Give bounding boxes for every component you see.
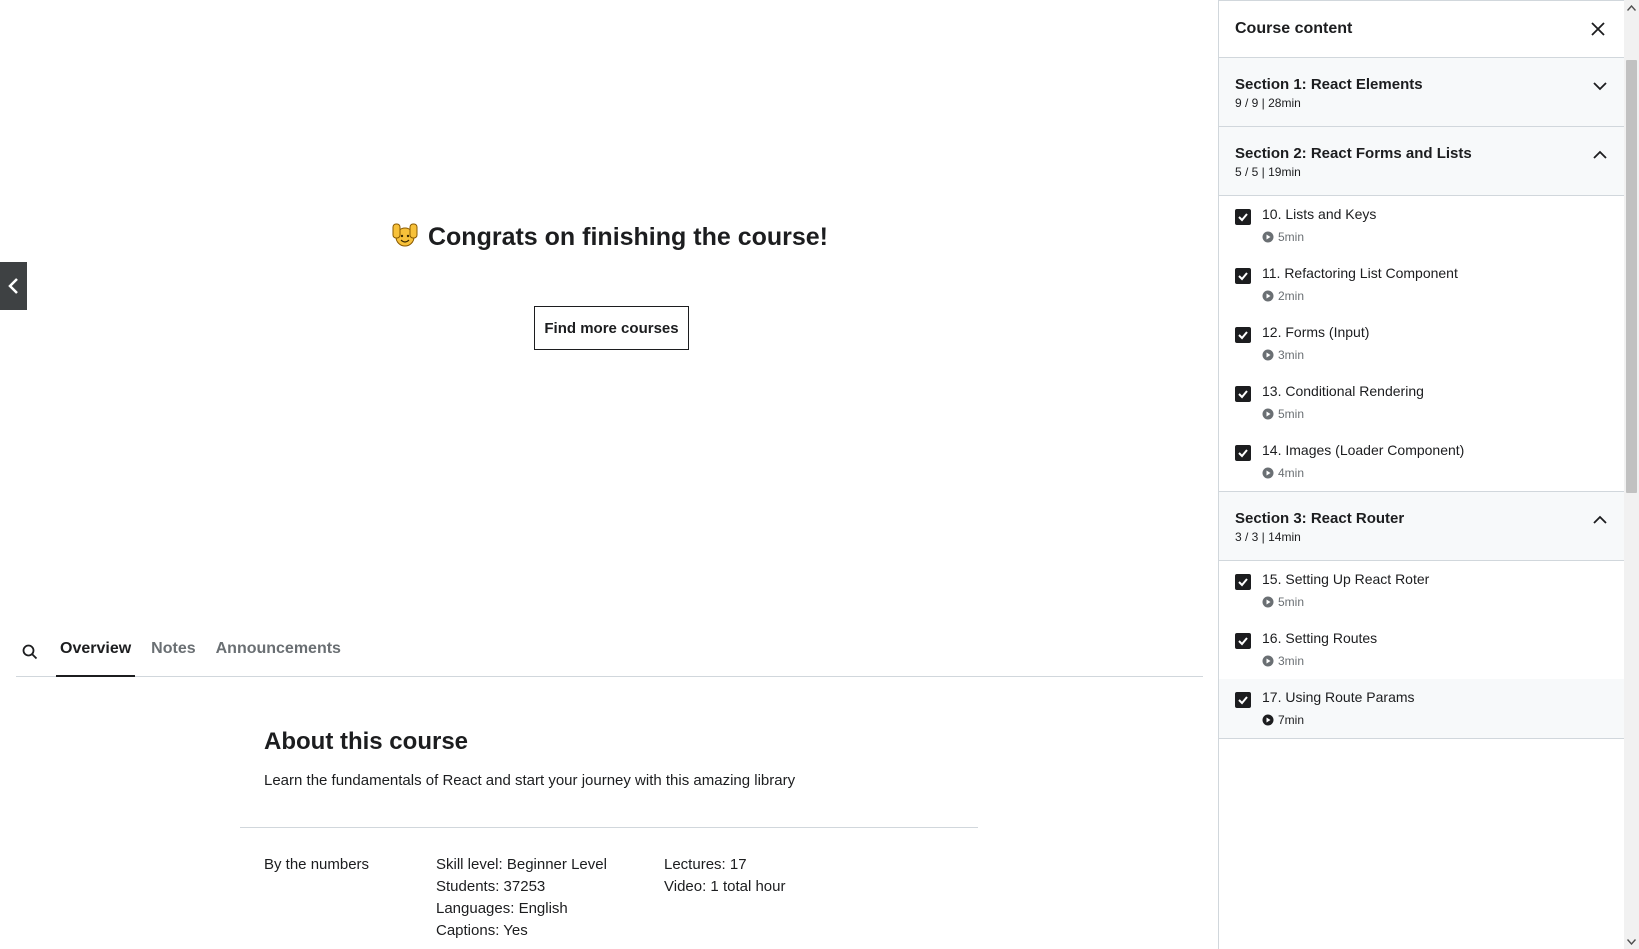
- lecture-title: 12. Forms (Input): [1262, 324, 1370, 340]
- checkbox-checked-icon[interactable]: [1235, 692, 1251, 708]
- checkbox-checked-icon[interactable]: [1235, 445, 1251, 461]
- students-count: Students: 37253: [436, 878, 546, 895]
- duration-text: 4min: [1278, 466, 1305, 480]
- lecture-item[interactable]: 11. Refactoring List Component 2min: [1219, 255, 1624, 314]
- sidebar-title: Course content: [1235, 20, 1353, 37]
- scroll-down-arrow-icon[interactable]: [1624, 934, 1639, 949]
- lecture-duration: 2min: [1262, 289, 1624, 303]
- lecture-item[interactable]: 13. Conditional Rendering 5min: [1219, 373, 1624, 432]
- lecture-title: 13. Conditional Rendering: [1262, 383, 1424, 399]
- close-icon[interactable]: [1588, 19, 1608, 39]
- video-area: Congrats on finishing the course! Find m…: [0, 0, 1218, 612]
- section-1-header[interactable]: Section 1: React Elements 9 / 9 | 28min: [1219, 58, 1624, 127]
- lecture-title: 16. Setting Routes: [1262, 630, 1378, 646]
- lecture-item-current[interactable]: 17. Using Route Params 7min: [1219, 679, 1624, 738]
- section-2-lectures: 10. Lists and Keys 5min 11. Refactoring …: [1219, 196, 1624, 492]
- checkbox-checked-icon[interactable]: [1235, 633, 1251, 649]
- play-circle-icon: [1262, 231, 1274, 243]
- main-content: Congrats on finishing the course! Find m…: [0, 0, 1218, 949]
- tab-notes[interactable]: Notes: [147, 630, 199, 677]
- congrats-heading: Congrats on finishing the course!: [0, 220, 1218, 252]
- play-circle-icon: [1262, 408, 1274, 420]
- tab-overview[interactable]: Overview: [56, 630, 136, 677]
- course-tabs: Overview Notes Announcements: [16, 630, 1203, 677]
- play-circle-icon: [1262, 290, 1274, 302]
- raising-hands-icon: [390, 220, 420, 250]
- checkbox-checked-icon[interactable]: [1235, 327, 1251, 343]
- section-title: Section 1: React Elements: [1235, 76, 1423, 93]
- lecture-title: 10. Lists and Keys: [1262, 206, 1377, 222]
- duration-text: 3min: [1278, 654, 1305, 668]
- numbers-col-1: Skill level: Beginner Level Students: 37…: [436, 854, 607, 942]
- chevron-up-icon: [1593, 515, 1607, 524]
- about-description: Learn the fundamentals of React and star…: [264, 772, 796, 789]
- chevron-up-icon: [1593, 150, 1607, 159]
- play-circle-icon: [1262, 596, 1274, 608]
- section-2-header[interactable]: Section 2: React Forms and Lists 5 / 5 |…: [1219, 127, 1624, 196]
- chevron-down-icon: [1593, 82, 1607, 91]
- lecture-duration: 3min: [1262, 348, 1624, 362]
- congrats-text: Congrats on finishing the course!: [427, 223, 828, 251]
- duration-text: 5min: [1278, 595, 1305, 609]
- scrollbar-thumb[interactable]: [1626, 60, 1637, 493]
- lecture-duration: 5min: [1262, 230, 1624, 244]
- lectures-count: Lectures: 17: [664, 856, 747, 873]
- lecture-title: 11. Refactoring List Component: [1262, 265, 1458, 281]
- numbers-col-2: Lectures: 17 Video: 1 total hour: [664, 854, 785, 898]
- lecture-item[interactable]: 14. Images (Loader Component) 4min: [1219, 432, 1624, 491]
- numbers-label: By the numbers: [264, 856, 370, 873]
- play-circle-icon: [1262, 714, 1274, 726]
- play-circle-icon: [1262, 655, 1274, 667]
- captions: Captions: Yes: [436, 922, 528, 939]
- lecture-duration: 5min: [1262, 595, 1624, 609]
- languages: Languages: English: [436, 900, 568, 917]
- checkbox-checked-icon[interactable]: [1235, 209, 1251, 225]
- checkbox-checked-icon[interactable]: [1235, 268, 1251, 284]
- lecture-duration: 5min: [1262, 407, 1624, 421]
- lecture-title: 15. Setting Up React Roter: [1262, 571, 1430, 587]
- expand-sidebar-toggle[interactable]: [0, 262, 27, 310]
- lecture-item[interactable]: 12. Forms (Input) 3min: [1219, 314, 1624, 373]
- about-section: About this course Learn the fundamentals…: [264, 728, 1004, 789]
- duration-text: 3min: [1278, 348, 1305, 362]
- play-circle-icon: [1262, 349, 1274, 361]
- duration-text: 2min: [1278, 289, 1305, 303]
- lecture-title: 14. Images (Loader Component): [1262, 442, 1465, 458]
- play-circle-icon: [1262, 467, 1274, 479]
- divider: [240, 827, 978, 828]
- skill-level: Skill level: Beginner Level: [436, 856, 607, 873]
- lecture-duration: 7min: [1262, 713, 1624, 727]
- tab-announcements[interactable]: Announcements: [212, 630, 345, 677]
- video-length: Video: 1 total hour: [664, 878, 786, 895]
- checkbox-checked-icon[interactable]: [1235, 574, 1251, 590]
- sidebar-header: Course content: [1219, 0, 1624, 58]
- search-icon[interactable]: [18, 640, 42, 664]
- section-3-lectures: 15. Setting Up React Roter 5min 16. Sett…: [1219, 561, 1624, 739]
- duration-text: 7min: [1278, 713, 1305, 727]
- section-3-header[interactable]: Section 3: React Router 3 / 3 | 14min: [1219, 492, 1624, 561]
- find-more-courses-button[interactable]: Find more courses: [534, 306, 689, 350]
- lecture-duration: 4min: [1262, 466, 1624, 480]
- section-meta: 3 / 3 | 14min: [1235, 530, 1301, 544]
- duration-text: 5min: [1278, 230, 1305, 244]
- course-content-sidebar: Course content Section 1: React Elements…: [1218, 0, 1624, 949]
- scrollbar[interactable]: [1624, 0, 1639, 949]
- lecture-item[interactable]: 10. Lists and Keys 5min: [1219, 196, 1624, 255]
- lecture-item[interactable]: 15. Setting Up React Roter 5min: [1219, 561, 1624, 620]
- section-title: Section 3: React Router: [1235, 510, 1405, 527]
- lecture-item[interactable]: 16. Setting Routes 3min: [1219, 620, 1624, 679]
- section-title: Section 2: React Forms and Lists: [1235, 145, 1472, 162]
- chevron-left-icon: [7, 278, 18, 294]
- duration-text: 5min: [1278, 407, 1305, 421]
- section-meta: 9 / 9 | 28min: [1235, 96, 1301, 110]
- checkbox-checked-icon[interactable]: [1235, 386, 1251, 402]
- section-meta: 5 / 5 | 19min: [1235, 165, 1301, 179]
- lecture-title: 17. Using Route Params: [1262, 689, 1415, 705]
- about-title: About this course: [264, 728, 469, 755]
- lecture-duration: 3min: [1262, 654, 1624, 668]
- scroll-up-arrow-icon[interactable]: [1624, 0, 1639, 15]
